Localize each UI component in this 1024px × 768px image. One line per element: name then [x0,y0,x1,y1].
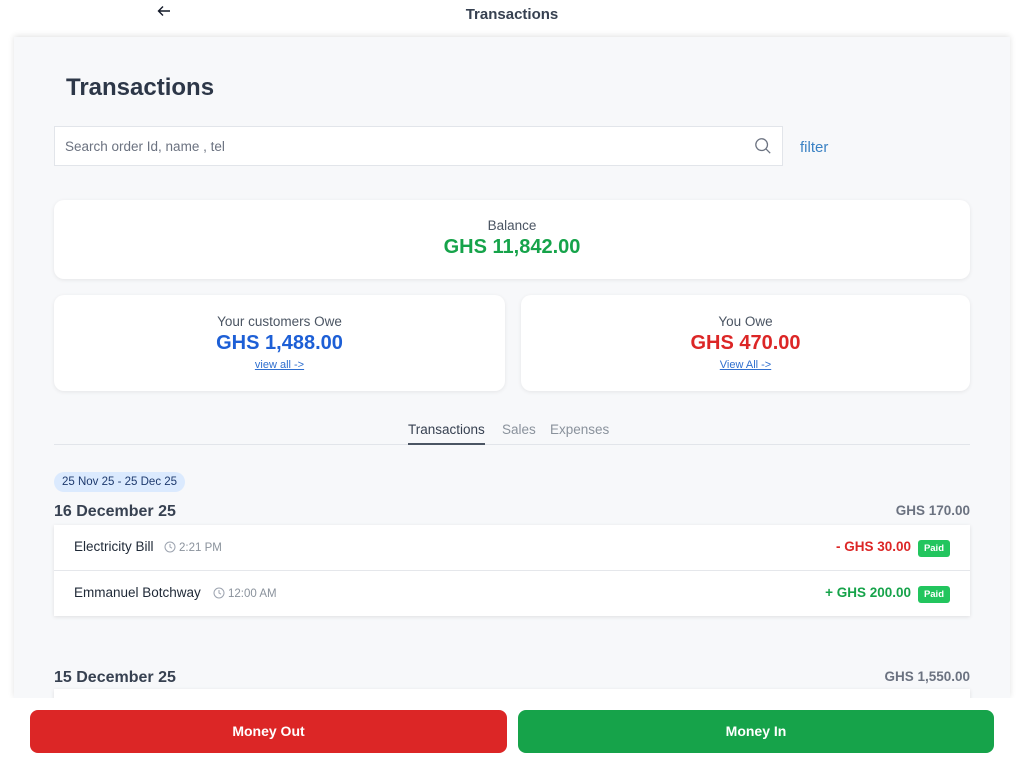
date-range-chip[interactable]: 25 Nov 25 - 25 Dec 25 [54,472,186,492]
you-owe-amount: GHS 470.00 [690,332,801,354]
clock-icon [213,587,225,599]
search-icon[interactable] [754,137,772,155]
transaction-name: Emmanuel Botchway [74,585,201,600]
topbar-title: Transactions [465,6,559,23]
tab-transactions[interactable]: Transactions [408,422,485,445]
balance-card: Balance GHS 11,842.00 [54,200,970,279]
transaction-amount: + GHS 200.00 [825,585,911,600]
day-date: 16 December 25 [54,503,176,520]
day-total: GHS 1,550.00 [884,669,970,684]
transaction-time: 2:21 PM [164,541,222,554]
customers-owe-amount: GHS 1,488.00 [216,332,343,354]
clock-icon [164,541,176,553]
day-total: GHS 170.00 [895,503,970,518]
customers-owe-label: Your customers Owe [217,314,342,329]
transaction-row[interactable]: Electricity Bill 2:21 PM - GHS 30.00 Pai… [54,525,970,571]
customers-owe-view-all-link[interactable]: view all -> [255,359,304,371]
search-input[interactable] [65,127,745,165]
balance-label: Balance [487,218,537,233]
page-title: Transactions [66,74,215,101]
transaction-row[interactable]: Emmanuel Botchway 12:00 AM + GHS 200.00 … [54,571,970,616]
search-box [54,126,783,166]
money-in-button[interactable]: Money In [518,710,994,753]
transaction-time-text: 2:21 PM [179,542,222,554]
tab-expenses[interactable]: Expenses [550,422,609,437]
customers-owe-card: Your customers Owe GHS 1,488.00 view all… [54,295,505,391]
transaction-list: Electricity Bill 2:21 PM - GHS 30.00 Pai… [54,525,970,616]
day-date: 15 December 25 [54,669,176,686]
main-content: Transactions filter Balance GHS 11,842.0… [14,37,1010,698]
tab-sales[interactable]: Sales [502,422,536,437]
balance-amount: GHS 11,842.00 [443,236,581,258]
transaction-time-text: 12:00 AM [228,588,277,600]
tab-bar: Transactions Sales Expenses [54,417,970,445]
filter-link[interactable]: filter [800,139,828,156]
transaction-time: 12:00 AM [213,587,277,600]
status-badge: Paid [917,540,950,557]
you-owe-view-all-link[interactable]: View All -> [720,359,771,371]
money-out-button[interactable]: Money Out [30,710,507,753]
you-owe-card: You Owe GHS 470.00 View All -> [521,295,970,391]
transaction-amount: - GHS 30.00 [835,539,911,554]
status-badge: Paid [917,586,950,603]
transaction-list [54,689,970,698]
top-bar: Transactions [0,0,1024,30]
you-owe-label: You Owe [718,314,773,329]
transaction-name: Electricity Bill [74,539,154,554]
bottom-action-bar: Money Out Money In [0,698,1024,768]
